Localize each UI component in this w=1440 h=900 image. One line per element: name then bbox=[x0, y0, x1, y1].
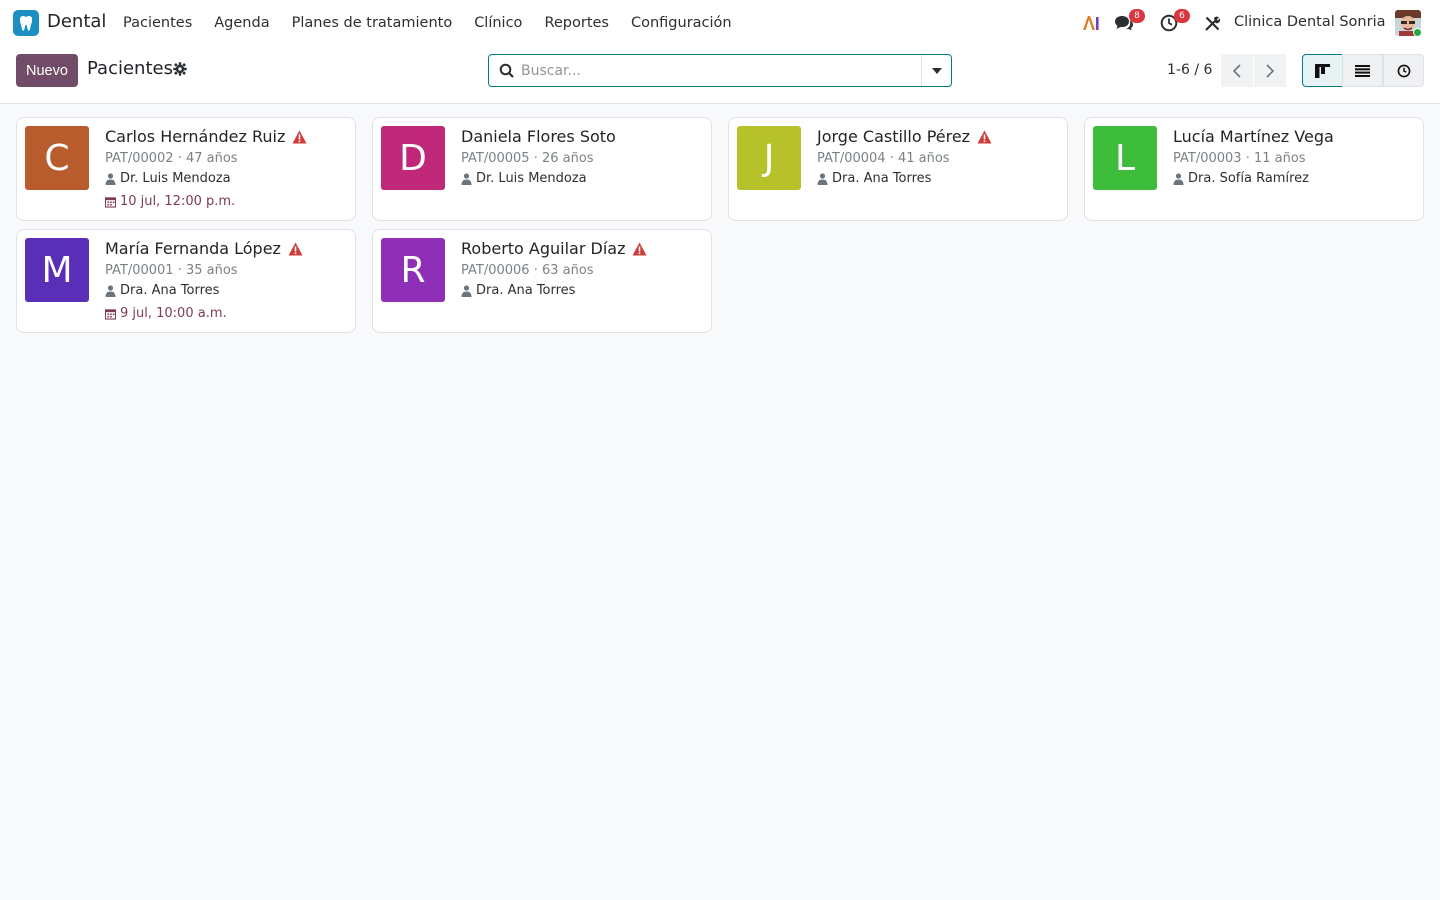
patient-reference-age: PAT/00003 · 11 años bbox=[1173, 151, 1306, 166]
patient-card[interactable]: C Carlos Hernández Ruiz PAT/00002 · 47 a… bbox=[16, 117, 356, 221]
new-button[interactable]: Nuevo bbox=[16, 54, 78, 87]
warning-icon bbox=[977, 130, 992, 143]
menu-item-configuracion[interactable]: Configuración bbox=[620, 15, 743, 31]
patient-reference-age: PAT/00004 · 41 años bbox=[817, 151, 950, 166]
patient-doctor: Dr. Luis Mendoza bbox=[120, 171, 231, 186]
patient-card[interactable]: M María Fernanda López PAT/00001 · 35 añ… bbox=[16, 229, 356, 333]
patient-card[interactable]: J Jorge Castillo Pérez PAT/00004 · 41 añ… bbox=[728, 117, 1068, 221]
tools-icon[interactable] bbox=[1201, 12, 1223, 34]
patient-reference-age: PAT/00005 · 26 años bbox=[461, 151, 594, 166]
doctor-icon bbox=[461, 172, 472, 185]
clock-icon bbox=[1397, 64, 1410, 77]
search-input[interactable] bbox=[521, 55, 921, 86]
calendar-icon bbox=[105, 308, 116, 320]
activity-clock-icon[interactable]: 6 bbox=[1158, 9, 1190, 34]
messages-badge: 8 bbox=[1129, 9, 1145, 23]
patient-card[interactable]: D Daniela Flores Soto PAT/00005 · 26 año… bbox=[372, 117, 712, 221]
patient-name: Daniela Flores Soto bbox=[461, 127, 616, 146]
list-view-button[interactable] bbox=[1342, 54, 1383, 87]
patient-reference-age: PAT/00002 · 47 años bbox=[105, 151, 238, 166]
patient-doctor: Dra. Ana Torres bbox=[832, 171, 932, 186]
patient-card[interactable]: R Roberto Aguilar Díaz PAT/00006 · 63 añ… bbox=[372, 229, 712, 333]
warning-icon bbox=[632, 242, 647, 255]
app-name[interactable]: Dental bbox=[47, 11, 106, 32]
patient-name: Jorge Castillo Pérez bbox=[817, 127, 971, 146]
kanban-icon bbox=[1315, 63, 1330, 78]
doctor-icon bbox=[817, 172, 828, 185]
patient-avatar: J bbox=[737, 126, 801, 190]
caret-down-icon bbox=[931, 67, 942, 74]
calendar-icon bbox=[105, 196, 116, 208]
patient-avatar: R bbox=[381, 238, 445, 302]
patient-avatar: C bbox=[25, 126, 89, 190]
doctor-icon bbox=[461, 284, 472, 297]
ai-icon[interactable] bbox=[1080, 12, 1102, 34]
tooth-app-icon[interactable] bbox=[13, 10, 39, 36]
top-navbar: Dental Pacientes Agenda Planes de tratam… bbox=[0, 0, 1440, 46]
gear-icon[interactable] bbox=[173, 62, 187, 76]
patient-avatar: D bbox=[381, 126, 445, 190]
kanban-view-button[interactable] bbox=[1302, 54, 1343, 87]
warning-icon bbox=[292, 130, 307, 143]
patient-reference-age: PAT/00006 · 63 años bbox=[461, 263, 594, 278]
page-title[interactable]: Pacientes bbox=[87, 58, 173, 79]
search-icon bbox=[499, 63, 515, 79]
patient-doctor: Dr. Luis Mendoza bbox=[476, 171, 587, 186]
patient-appointment: 9 jul, 10:00 a.m. bbox=[120, 306, 227, 321]
patient-doctor: Dra. Sofía Ramírez bbox=[1188, 171, 1309, 186]
control-panel: Nuevo Pacientes 1-6 / 6 bbox=[0, 46, 1440, 104]
messages-icon[interactable]: 8 bbox=[1113, 9, 1145, 34]
patient-reference-age: PAT/00001 · 35 años bbox=[105, 263, 238, 278]
patient-card[interactable]: L Lucía Martínez Vega PAT/00003 · 11 año… bbox=[1084, 117, 1424, 221]
patient-avatar: L bbox=[1093, 126, 1157, 190]
doctor-icon bbox=[1173, 172, 1184, 185]
patient-doctor: Dra. Ana Torres bbox=[476, 283, 576, 298]
search-options-toggle[interactable] bbox=[921, 55, 951, 86]
chevron-left-icon bbox=[1233, 63, 1241, 78]
activities-badge: 6 bbox=[1174, 9, 1190, 23]
patient-name: María Fernanda López bbox=[105, 239, 281, 258]
menu-item-agenda[interactable]: Agenda bbox=[203, 15, 280, 31]
patient-appointment: 10 jul, 12:00 p.m. bbox=[120, 194, 236, 209]
company-name[interactable]: Clinica Dental Sonria bbox=[1234, 14, 1386, 30]
pager-next-button[interactable] bbox=[1254, 54, 1286, 87]
activity-view-button[interactable] bbox=[1383, 54, 1424, 87]
patient-name: Lucía Martínez Vega bbox=[1173, 127, 1334, 146]
doctor-icon bbox=[105, 284, 116, 297]
main-menu: Pacientes Agenda Planes de tratamiento C… bbox=[112, 0, 743, 46]
patient-name: Carlos Hernández Ruiz bbox=[105, 127, 286, 146]
list-icon bbox=[1355, 64, 1370, 77]
doctor-icon bbox=[105, 172, 116, 185]
search-bar bbox=[488, 54, 952, 87]
pager-value[interactable]: 1-6 / 6 bbox=[1167, 62, 1212, 78]
patient-avatar: M bbox=[25, 238, 89, 302]
online-status-indicator bbox=[1413, 28, 1422, 37]
pager-previous-button[interactable] bbox=[1221, 54, 1253, 87]
menu-item-clinico[interactable]: Clínico bbox=[463, 15, 533, 31]
menu-item-reportes[interactable]: Reportes bbox=[533, 15, 620, 31]
menu-item-pacientes[interactable]: Pacientes bbox=[112, 15, 203, 31]
chevron-right-icon bbox=[1266, 63, 1274, 78]
menu-item-planes[interactable]: Planes de tratamiento bbox=[281, 15, 464, 31]
patient-doctor: Dra. Ana Torres bbox=[120, 283, 220, 298]
warning-icon bbox=[288, 242, 303, 255]
patient-name: Roberto Aguilar Díaz bbox=[461, 239, 626, 258]
